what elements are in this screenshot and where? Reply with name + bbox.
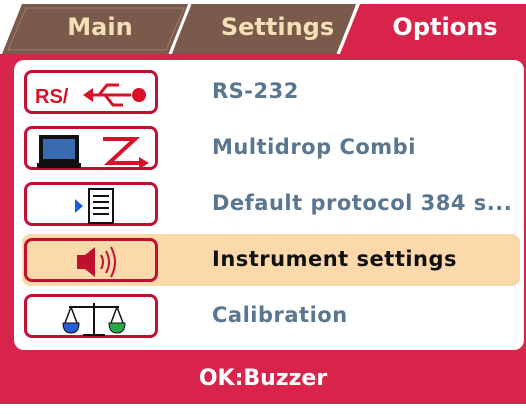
menu-item-instrument-settings[interactable]: Instrument settings — [14, 234, 524, 286]
speaker-graphic — [77, 246, 116, 278]
scale-graphic — [62, 303, 126, 336]
monitor-multidrop-icon — [24, 126, 158, 170]
speaker-icon — [24, 238, 158, 282]
rs-label: RS/ — [35, 86, 69, 108]
tab-settings[interactable]: Settings — [205, 12, 350, 42]
monitor-graphic — [37, 135, 149, 169]
menu-item-rs232[interactable]: RS/ RS-232 — [14, 66, 524, 118]
tab-options[interactable]: Options — [370, 12, 520, 42]
menu-item-default-protocol[interactable]: Default protocol 384 s... — [14, 178, 524, 230]
status-bar: OK:Buzzer — [198, 366, 328, 391]
app-window: Main Settings Options RS/ RS-232 Multidr… — [0, 0, 526, 414]
protocol-graphic — [75, 188, 114, 224]
menu-item-label: Instrument settings — [212, 247, 458, 271]
bottom-edge — [0, 404, 526, 414]
rs232-usb-graphic: RS/ — [35, 83, 146, 108]
menu-item-label: Calibration — [212, 303, 348, 327]
rs232-usb-icon: RS/ — [24, 70, 158, 114]
balance-scale-icon — [24, 294, 158, 338]
menu-item-label: RS-232 — [212, 79, 299, 103]
menu-item-label: Multidrop Combi — [212, 135, 416, 159]
menu-item-label: Default protocol 384 s... — [212, 191, 513, 215]
protocol-list-icon — [24, 182, 158, 226]
menu-item-calibration[interactable]: Calibration — [14, 290, 524, 342]
options-menu-panel: RS/ RS-232 Multidrop Combi Default proto… — [14, 60, 524, 350]
tab-main[interactable]: Main — [40, 12, 160, 42]
tab-bar: Main Settings Options — [0, 0, 526, 54]
menu-item-multidrop-combi[interactable]: Multidrop Combi — [14, 122, 524, 174]
